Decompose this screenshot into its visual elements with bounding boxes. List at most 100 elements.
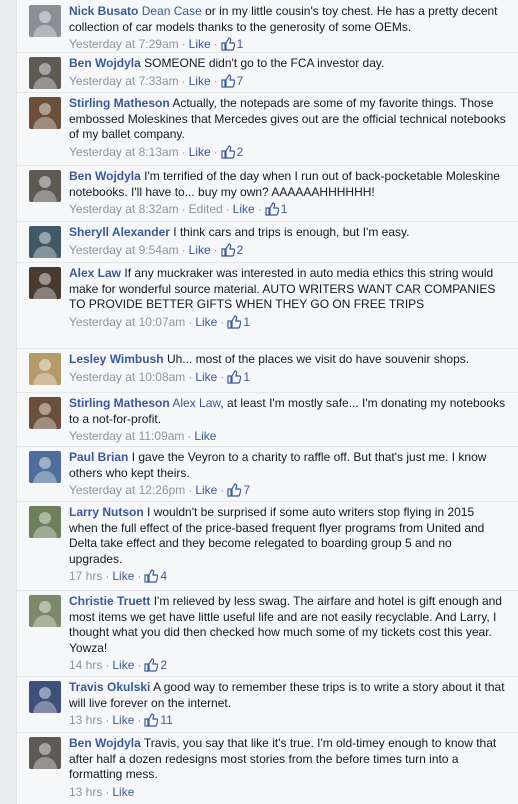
avatar[interactable] [29,5,61,37]
comment-author-link[interactable]: Stirling Matheson [69,396,170,410]
comment: Alex Law If any muckraker was interested… [17,262,518,348]
timestamp-link[interactable]: Yesterday at 7:33am [69,74,179,88]
comment-author-link[interactable]: Ben Wojdyla [69,169,141,183]
like-button[interactable]: Like [189,37,211,51]
like-count[interactable]: 1 [265,202,287,216]
like-count[interactable]: 4 [144,569,167,583]
like-button[interactable]: Like [112,658,134,672]
avatar[interactable] [29,451,61,483]
timestamp-link[interactable]: Yesterday at 10:08am [69,370,185,384]
timestamp-link[interactable]: Yesterday at 12:26pm [69,483,185,497]
comment-text-block: Ben Wojdyla Travis, you say that like it… [69,736,506,783]
comment-text-block: Alex Law If any muckraker was interested… [69,266,506,313]
like-count-value: 1 [243,369,251,384]
meta-separator: · [213,144,218,159]
like-count[interactable]: 2 [221,145,243,159]
comment-author-link[interactable]: Larry Nutson [69,505,144,519]
avatar[interactable] [29,97,61,129]
avatar[interactable] [29,737,61,769]
comment-author-link[interactable]: Stirling Matheson [69,96,170,110]
thumbs-up-icon [221,242,235,261]
like-button[interactable]: Like [195,315,217,329]
avatar[interactable] [29,57,61,89]
like-count[interactable]: 1 [227,370,250,384]
avatar[interactable] [29,595,61,627]
comment-thread: Nick Busato Dean Case or in my little co… [16,0,518,804]
like-button[interactable]: Like [112,713,134,727]
mention-link[interactable]: Dean Case [142,4,202,18]
like-count[interactable]: 1 [227,315,250,329]
like-count[interactable]: 7 [221,73,244,88]
avatar[interactable] [29,681,61,713]
like-count-value: 7 [236,73,244,88]
like-button[interactable]: Like [112,569,134,583]
timestamp-link[interactable]: Yesterday at 7:29am [69,37,179,51]
comment-body: Ben Wojdyla SOMEONE didn't go to the FCA… [69,56,506,92]
comment: Paul Brian I gave the Veyron to a charit… [17,446,518,501]
comment-author-link[interactable]: Lesley Wimbush [69,352,164,366]
profile-photo-icon [33,743,57,769]
like-button[interactable]: Like [189,74,211,88]
like-count[interactable]: 1 [221,37,243,51]
comment-meta: Yesterday at 8:13am · Like · 2 [69,144,506,163]
timestamp-link[interactable]: Yesterday at 8:13am [69,145,179,159]
meta-separator: · [213,73,218,88]
timestamp-link[interactable]: 14 hrs [69,658,102,672]
comment-divider [17,221,518,222]
avatar[interactable] [29,267,61,299]
edited-label[interactable]: Edited [189,202,223,216]
timestamp-link[interactable]: 13 hrs [69,785,102,799]
comment-body: Larry Nutson I wouldn't be surprised if … [69,505,506,587]
like-count[interactable]: 7 [227,483,250,497]
comment-author-link[interactable]: Christie Truett [69,594,150,608]
avatar[interactable] [29,170,61,202]
comment-author-link[interactable]: Travis Okulski [69,680,150,694]
comment-author-link[interactable]: Nick Busato [69,4,138,18]
meta-separator: · [188,314,193,329]
profile-photo-icon [33,359,57,385]
timestamp-link[interactable]: 17 hrs [69,569,102,583]
comment-body: Stirling Matheson Actually, the notepads… [69,96,506,163]
avatar[interactable] [29,506,61,538]
comment-text-block: Christie Truett I'm relieved by less swa… [69,594,506,656]
like-button[interactable]: Like [195,483,217,497]
like-button[interactable]: Like [189,243,211,257]
comment-meta: Yesterday at 7:33am · Like · 7 [69,73,506,92]
timestamp-link[interactable]: Yesterday at 8:32am [69,202,179,216]
like-count[interactable]: 2 [221,243,243,257]
comment-author-link[interactable]: Ben Wojdyla [69,736,141,750]
comment-body: Lesley Wimbush Uh... most of the places … [69,352,506,388]
meta-separator: · [181,202,186,216]
comment-text-block: Paul Brian I gave the Veyron to a charit… [69,450,506,481]
like-button[interactable]: Like [189,145,211,159]
avatar[interactable] [29,397,61,429]
like-button[interactable]: Like [112,785,134,799]
like-count[interactable]: 11 [144,713,173,727]
comment-author-link[interactable]: Ben Wojdyla [69,56,141,70]
timestamp-link[interactable]: 13 hrs [69,713,102,727]
profile-photo-icon [33,273,57,299]
timestamp-link[interactable]: Yesterday at 9:54am [69,243,179,257]
comment-author-link[interactable]: Alex Law [69,266,121,280]
timestamp-link[interactable]: Yesterday at 10:07am [69,315,185,329]
like-count-value: 7 [243,483,251,497]
like-button[interactable]: Like [233,202,255,216]
comment-author-link[interactable]: Sheryll Alexander [69,225,170,239]
timestamp-link[interactable]: Yesterday at 11:09am [69,429,184,443]
avatar[interactable] [29,353,61,385]
avatar[interactable] [29,226,61,258]
meta-separator: · [181,144,186,159]
comment-meta: Yesterday at 11:09am · Like [69,428,506,444]
comment-divider [17,92,518,93]
comment: Christie Truett I'm relieved by less swa… [17,590,518,676]
like-count-value: 11 [160,713,173,727]
comment: Stirling Matheson Actually, the notepads… [17,92,518,165]
like-count[interactable]: 2 [144,658,167,672]
meta-separator: · [181,242,186,257]
mention-link[interactable]: Alex Law [172,396,220,410]
like-button[interactable]: Like [194,429,216,443]
like-count-value: 1 [243,314,251,329]
profile-photo-icon [33,512,57,538]
comment-author-link[interactable]: Paul Brian [69,450,128,464]
like-button[interactable]: Like [195,370,217,384]
